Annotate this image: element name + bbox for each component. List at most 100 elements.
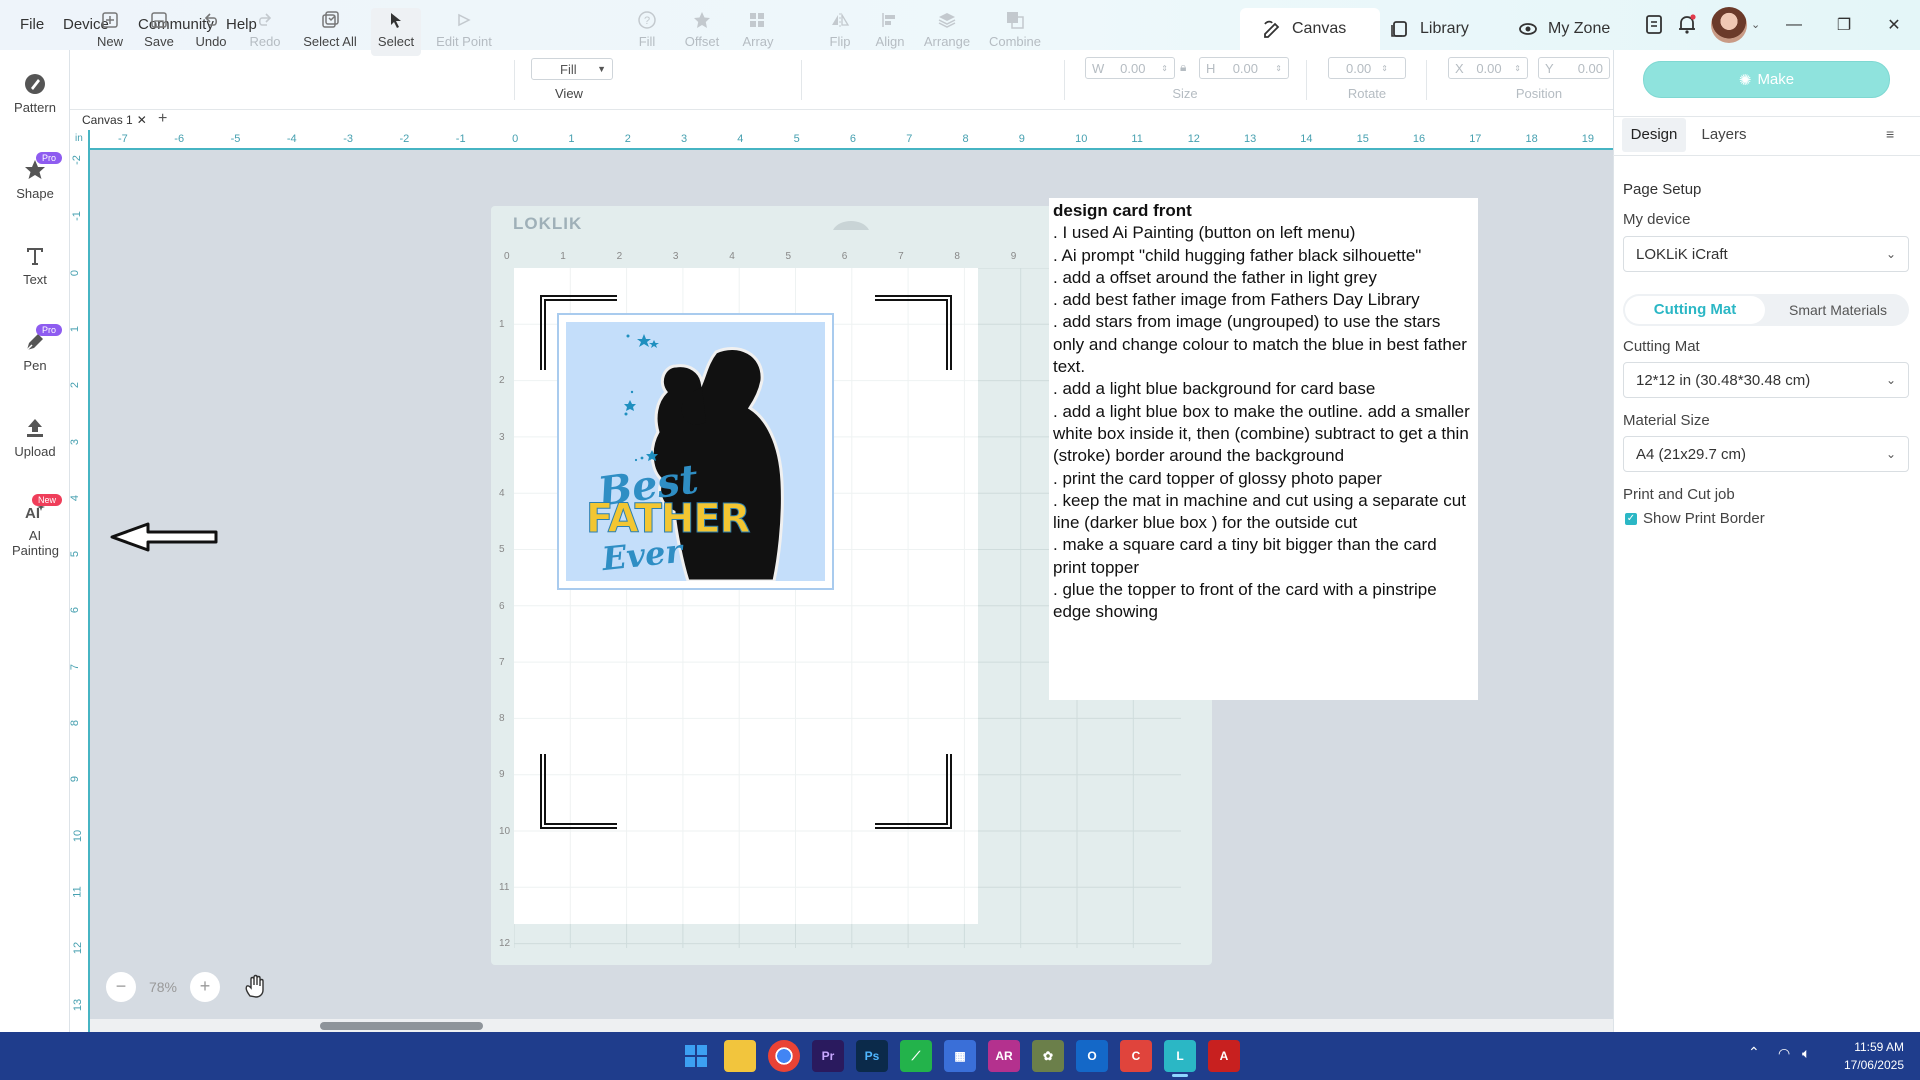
close-icon[interactable]: ✕ [1870,0,1918,50]
tab-design[interactable]: Design [1622,118,1686,152]
save-button[interactable]: Save [137,8,181,56]
mat-tick-label: 7 [898,251,904,262]
windows-start-icon[interactable] [680,1040,712,1072]
clock-time: 11:59 AM [1854,1040,1904,1054]
tool-pen[interactable]: Pro Pen [0,324,70,373]
my-device-select[interactable]: LOKLiK iCraft ⌄ [1623,236,1909,272]
select-button[interactable]: Select [371,8,421,56]
mat-tick-label: 8 [499,713,505,725]
arrange-button[interactable]: Arrange [922,8,972,56]
offset-button[interactable]: Offset [680,8,724,56]
app-grid-icon[interactable]: ▦ [944,1040,976,1072]
instructions-title: design card front [1053,201,1192,220]
instructions-text-box[interactable]: design card front . I used Ai Painting (… [1049,198,1478,700]
green-app-icon[interactable]: ⟋ [900,1040,932,1072]
toolbar-divider [514,60,515,100]
align-button[interactable]: Align [868,8,912,56]
close-tab-icon[interactable]: ✕ [137,113,147,127]
lock-icon[interactable]: 🔒︎ [1180,60,1186,75]
rotate-field[interactable]: 0.00 ⇕ [1328,57,1406,79]
flip-icon [832,12,850,27]
panel-collapse-icon[interactable]: ≡ [1886,126,1894,142]
horizontal-scrollbar-thumb[interactable] [320,1022,483,1030]
make-button[interactable]: ✺ Make [1643,61,1890,98]
flip-button[interactable]: Flip [818,8,862,56]
canvas-tab[interactable]: Canvas 1 ✕ [82,113,147,127]
array-button[interactable]: Array [736,8,780,56]
ruler-tick-label: 1 [69,325,82,332]
wifi-icon[interactable]: ◠ [1778,1045,1790,1062]
ar-app-icon[interactable]: AR [988,1040,1020,1072]
tab-canvas[interactable]: Canvas [1240,8,1380,50]
tab-library[interactable]: Library [1368,8,1491,50]
x-position-field[interactable]: X 0.00 ⇕ [1448,57,1528,79]
menu-file[interactable]: File [20,0,44,50]
canvas-tab-strip [70,110,1613,130]
photoshop-icon[interactable]: Ps [856,1040,888,1072]
loklik-app-icon[interactable]: L [1164,1040,1196,1072]
redo-button[interactable]: Redo [243,8,287,56]
instruction-line: . add stars from image (ungrouped) to us… [1053,312,1467,377]
cutting-mat-value: 12*12 in (30.48*30.48 cm) [1636,371,1811,389]
combine-button[interactable]: Combine [987,8,1043,56]
ruler-tick-label: -4 [286,133,297,145]
ruler-tick-label: 9 [1018,133,1025,145]
tool-ai-painting[interactable]: New AI AI Painting [0,494,70,558]
zoom-out-button[interactable]: − [106,972,136,1002]
active-app-indicator [1172,1074,1188,1077]
minimize-icon[interactable]: — [1770,0,1818,50]
user-avatar[interactable] [1711,7,1747,43]
fill-button-label: Fill [638,34,656,49]
width-field[interactable]: W 0.00 ⇕ [1085,57,1175,79]
restore-icon[interactable]: ❐ [1820,0,1868,50]
ruler-tick-label: 18 [1525,133,1538,145]
mat-tick-label: 3 [499,431,505,443]
dropdown-arrow-icon: ▼ [597,64,606,74]
material-size-select[interactable]: A4 (21x29.7 cm) ⌄ [1623,436,1909,472]
save-button-label: Save [144,34,174,49]
edit-point-button[interactable]: Edit Point [432,8,496,56]
tab-my-zone[interactable]: My Zone [1496,8,1632,50]
tool-shape[interactable]: Pro Shape [0,152,70,201]
save-icon [151,12,167,28]
height-field[interactable]: H 0.00 ⇕ [1199,57,1289,79]
outlook-icon[interactable]: O [1076,1040,1108,1072]
y-position-field[interactable]: Y 0.00 [1538,57,1610,79]
ruler-tick-label: 4 [737,133,744,145]
width-field-label: W [1092,60,1105,76]
segment-cutting-mat[interactable]: Cutting Mat [1625,296,1765,324]
acrobat-icon[interactable]: A [1208,1040,1240,1072]
file-explorer-icon[interactable] [724,1040,756,1072]
stars-decoration [624,334,659,462]
hand-pan-icon[interactable] [242,974,268,1000]
tab-layers[interactable]: Layers [1696,118,1752,152]
fill-button[interactable]: ? Fill [625,8,669,56]
select-button-label: Select [377,34,415,49]
cutting-mat-select[interactable]: 12*12 in (30.48*30.48 cm) ⌄ [1623,362,1909,398]
tray-overflow-icon[interactable]: ⌃ [1748,1044,1760,1061]
undo-button[interactable]: Undo [189,8,233,56]
card-topper-artwork[interactable]: Best FATHER Ever [566,322,825,581]
zoom-in-button[interactable]: + [190,972,220,1002]
select-all-button[interactable]: Select All [300,8,360,56]
tab-library-label: Library [1420,20,1469,37]
mat-tick-label: 6 [499,600,505,612]
game-app-icon[interactable]: ✿ [1032,1040,1064,1072]
chrome-icon[interactable] [768,1040,800,1072]
add-canvas-button[interactable]: + [158,110,167,128]
volume-icon[interactable]: 🔈︎ [1802,1045,1810,1062]
tool-text[interactable]: Text [0,244,70,287]
canva-style-icon[interactable]: C [1120,1040,1152,1072]
view-select[interactable]: Fill ▼ [531,58,613,80]
tool-pattern[interactable]: Pattern [0,72,70,115]
chevron-down-icon[interactable]: ⌄ [1751,18,1760,31]
tool-upload[interactable]: Upload [0,416,70,459]
new-button[interactable]: New [88,8,132,56]
premiere-icon[interactable]: Pr [812,1040,844,1072]
show-print-border-checkbox[interactable]: ✓ [1625,513,1637,525]
offset-button-label: Offset [684,34,720,49]
clipboard-icon[interactable] [1643,13,1665,35]
notification-bell-icon[interactable] [1676,13,1698,35]
library-icon [1391,21,1407,37]
segment-smart-materials[interactable]: Smart Materials [1768,296,1908,324]
